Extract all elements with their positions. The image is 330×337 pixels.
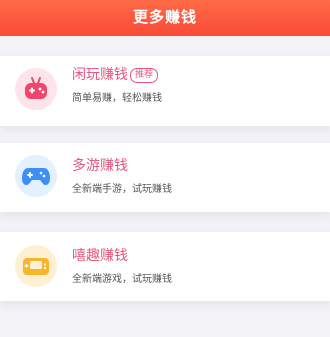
- card-subtitle: 全新端游戏，试玩赚钱: [72, 274, 172, 285]
- card-duoyou-earn[interactable]: 多游赚钱 全新端手游，试玩赚钱: [0, 143, 330, 212]
- page-title: 更多赚钱: [132, 8, 197, 26]
- top-header: 更多赚钱: [0, 0, 330, 36]
- card-xianwan-earn[interactable]: 闲玩赚钱 推荐 简单易赚，轻松赚钱: [0, 56, 330, 126]
- game-controller-icon: [15, 68, 57, 110]
- handheld-console-icon: [15, 245, 57, 287]
- card-xiqu-earn[interactable]: 嘻趣赚钱 全新端游戏，试玩赚钱: [0, 232, 330, 301]
- recommend-badge: 推荐: [130, 68, 159, 83]
- card-subtitle: 简单易赚，轻松赚钱: [72, 93, 162, 104]
- card-title: 多游赚钱: [72, 158, 128, 174]
- card-title: 闲玩赚钱: [72, 67, 128, 83]
- gamepad-icon: [15, 155, 57, 197]
- card-title: 嘻趣赚钱: [72, 248, 128, 264]
- card-subtitle: 全新端手游，试玩赚钱: [72, 184, 172, 195]
